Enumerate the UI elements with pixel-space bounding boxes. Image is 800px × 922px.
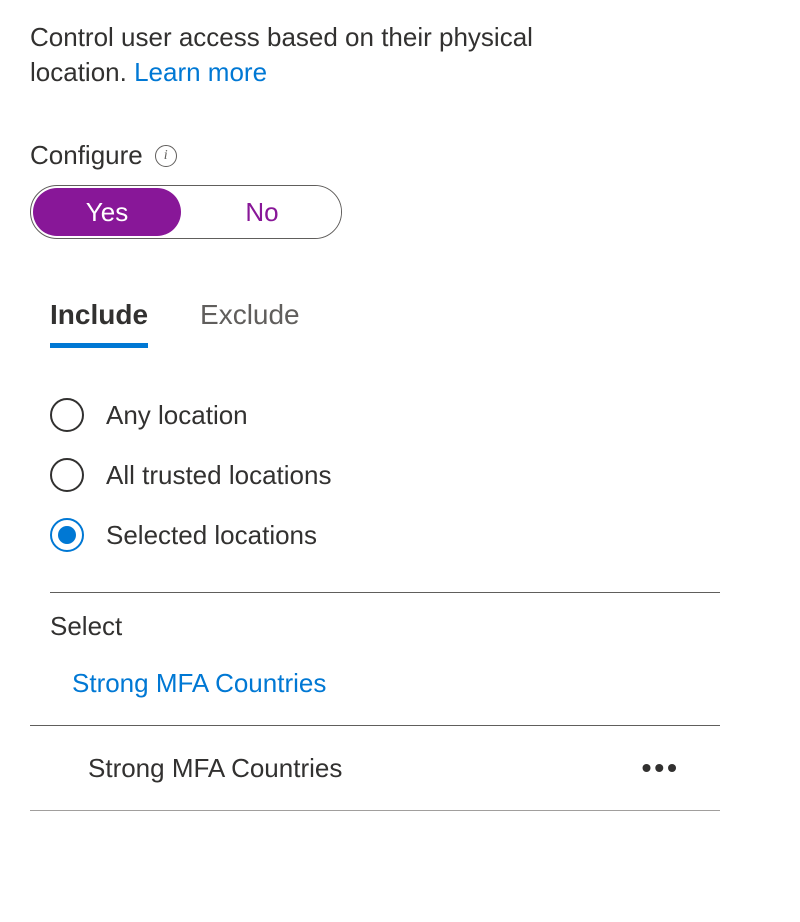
tab-include[interactable]: Include: [50, 299, 148, 348]
radio-label-trusted: All trusted locations: [106, 460, 331, 491]
tabs-container: Include Exclude: [30, 299, 770, 348]
radio-all-trusted[interactable]: All trusted locations: [50, 458, 770, 492]
radio-any-location[interactable]: Any location: [50, 398, 770, 432]
selected-item-row: Strong MFA Countries •••: [30, 725, 720, 811]
radio-group: Any location All trusted locations Selec…: [30, 398, 770, 552]
select-section: Select Strong MFA Countries: [30, 593, 770, 699]
select-label: Select: [50, 611, 770, 642]
learn-more-link[interactable]: Learn more: [134, 57, 267, 87]
description-text: Control user access based on their physi…: [30, 20, 590, 90]
more-options-icon[interactable]: •••: [642, 752, 720, 784]
toggle-no[interactable]: No: [183, 186, 341, 238]
toggle-yes[interactable]: Yes: [33, 188, 181, 236]
configure-row: Configure i: [30, 140, 770, 171]
radio-circle-icon: [50, 518, 84, 552]
info-icon[interactable]: i: [155, 145, 177, 167]
tab-exclude[interactable]: Exclude: [200, 299, 300, 348]
radio-circle-icon: [50, 458, 84, 492]
radio-label-any: Any location: [106, 400, 248, 431]
radio-label-selected: Selected locations: [106, 520, 317, 551]
selected-item-name: Strong MFA Countries: [88, 753, 342, 784]
radio-selected-locations[interactable]: Selected locations: [50, 518, 770, 552]
configure-label: Configure: [30, 140, 143, 171]
radio-dot-icon: [58, 526, 76, 544]
description-content: Control user access based on their physi…: [30, 22, 533, 87]
radio-circle-icon: [50, 398, 84, 432]
select-link[interactable]: Strong MFA Countries: [50, 668, 770, 699]
configure-toggle[interactable]: Yes No: [30, 185, 342, 239]
